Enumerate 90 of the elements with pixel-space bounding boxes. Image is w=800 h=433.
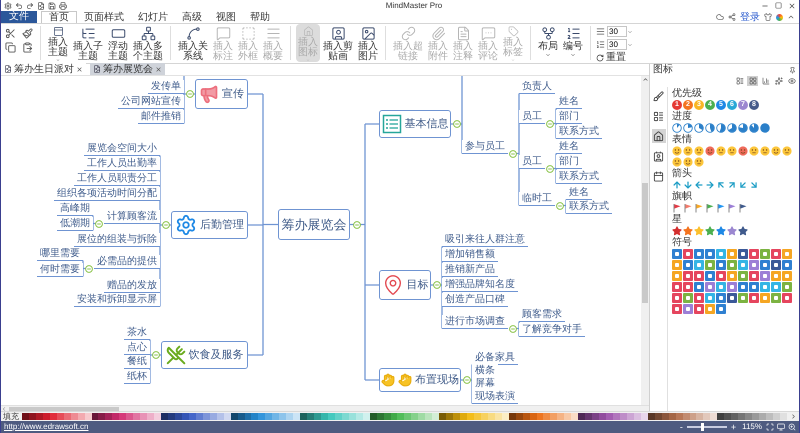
subtopic-text: 顾客需求 <box>519 308 565 322</box>
section-title: 进度 <box>672 111 693 123</box>
spacing-field[interactable]: 30 <box>607 26 627 37</box>
subtopic-text: 展览会空间大小 <box>84 142 160 156</box>
subtopic-text: 横条 <box>472 364 498 378</box>
central-topic: 筹办展览会 <box>278 209 350 240</box>
subtopic-text: 何时需要 <box>37 263 83 277</box>
zoom-out-button[interactable]: - <box>678 422 685 432</box>
section-title: 箭头 <box>672 168 693 180</box>
ribbon-button[interactable]: 布局 <box>536 24 560 62</box>
subtopic-text: 吸引来往人群注意 <box>442 233 528 247</box>
zoom-level: 115% <box>742 422 762 432</box>
file-menu-button[interactable]: 文件 <box>1 11 37 23</box>
menu-tab[interactable]: 首页 <box>41 11 77 23</box>
subtopic-text: 发传单 <box>148 80 184 94</box>
subtopic-text: 哪里需要 <box>37 247 83 261</box>
subtopic-text: 姓名 <box>566 186 592 200</box>
subtopic-text: 员工 <box>519 155 545 169</box>
subtopic-text: 屏幕 <box>472 377 498 391</box>
section-title: 星 <box>672 214 683 226</box>
subtopic-text: 负责人 <box>519 80 555 94</box>
subtopic-text: 点心 <box>124 341 150 355</box>
subtopic-text: 增强品牌知名度 <box>442 278 518 292</box>
topic-title: 饮食及服务 <box>188 348 244 363</box>
subtopic-text: 工作人员出勤率 <box>84 157 160 171</box>
menu-tab[interactable]: 幻灯片 <box>131 11 175 23</box>
subtopic-text: 高峰期 <box>57 202 93 216</box>
subtopic-text: 参与员工 <box>462 140 508 154</box>
document-tab[interactable]: 筹办展览会 <box>90 63 165 75</box>
subtopic-text: 推销新产品 <box>442 263 498 277</box>
subtopic-text: 部门 <box>556 110 582 124</box>
reset-button[interactable]: 重置 <box>596 52 633 63</box>
website-link[interactable]: http://www.edrawsoft.cn <box>4 422 88 432</box>
window-title: MindMaster Pro <box>384 0 444 10</box>
subtopic-text: 组织各项活动时间分配 <box>54 187 160 201</box>
subtopic-text: 纸杯 <box>124 370 150 384</box>
spacing-field[interactable]: 30 <box>607 39 627 50</box>
section-title: 旗帜 <box>672 191 693 203</box>
ribbon-button[interactable]: 插入子主题 <box>71 24 105 62</box>
subtopic-text: 创造产品口碑 <box>442 293 508 307</box>
subtopic-text: 低潮期 <box>57 217 93 231</box>
subtopic-text: 赠品的发放 <box>104 279 160 293</box>
zoom-in-button[interactable]: + <box>728 422 738 432</box>
menu-tab[interactable]: 帮助 <box>243 11 277 23</box>
ribbon-button[interactable]: 编号 <box>561 24 585 62</box>
subtopic-text: 临时工 <box>519 192 555 206</box>
menu-tab[interactable]: 页面样式 <box>77 11 131 23</box>
subtopic-text: 茶水 <box>124 326 150 340</box>
section-title: 优先级 <box>672 88 703 100</box>
topic-title: 目标 <box>406 278 428 293</box>
subtopic-text: 姓名 <box>556 140 582 154</box>
subtopic-text: 员工 <box>519 110 545 124</box>
subtopic-text: 安装和拆卸显示屏 <box>74 293 160 307</box>
subtopic-text: 工作人员职责分工 <box>74 172 160 186</box>
palette-label: 填充 <box>3 412 19 421</box>
tab-title: 筹办展览会 <box>103 64 153 74</box>
ribbon-button[interactable]: 插入关系线 <box>176 24 210 62</box>
panel-title: 图标 <box>653 64 673 76</box>
subtopic-text: 联系方式 <box>556 125 602 139</box>
subtopic-text: 邮件推销 <box>138 110 184 124</box>
subtopic-text: 联系方式 <box>556 170 602 184</box>
topic-title: 基本信息 <box>404 116 448 132</box>
section-title: 符号 <box>672 237 693 249</box>
subtopic-text: 进行市场调查 <box>442 315 508 329</box>
ribbon-button[interactable]: 插入主题 <box>46 24 70 62</box>
subtopic-text: 现场表演 <box>472 390 518 404</box>
ribbon-button[interactable]: 浮动主题 <box>106 24 130 62</box>
topic-title: 布置现场 <box>415 372 459 388</box>
topic-title: 后勤管理 <box>200 218 244 233</box>
menu-tab[interactable]: 视图 <box>209 11 243 23</box>
ribbon-button[interactable]: 插入剪贴画 <box>321 24 355 62</box>
ribbon-button[interactable]: 插入图片 <box>356 24 380 62</box>
topic-title: 宣传 <box>222 86 244 102</box>
subtopic-text: 联系方式 <box>566 200 612 214</box>
subtopic-text: 部门 <box>556 155 582 169</box>
tab-title: 筹办生日派对 <box>14 64 74 74</box>
login-link[interactable]: 登录 <box>740 12 760 22</box>
subtopic-text: 姓名 <box>556 95 582 109</box>
ribbon-button[interactable]: 插入多个主题 <box>131 24 165 62</box>
section-title: 表情 <box>672 134 693 146</box>
subtopic-text: 增加销售额 <box>442 248 498 262</box>
subtopic-text: 了解竞争对手 <box>519 323 585 337</box>
document-tab[interactable]: 筹办生日派对 <box>1 63 86 75</box>
subtopic-text: 餐纸 <box>124 355 150 369</box>
menu-tab[interactable]: 高级 <box>175 11 209 23</box>
subtopic-text: 计算顾客流 <box>104 210 160 224</box>
subtopic-text: 展位的组装与拆除 <box>74 233 160 247</box>
subtopic-text: 必需品的提供 <box>94 255 160 269</box>
subtopic-text: 公司网站宣传 <box>118 95 184 109</box>
subtopic-text: 必备家具 <box>472 351 518 365</box>
